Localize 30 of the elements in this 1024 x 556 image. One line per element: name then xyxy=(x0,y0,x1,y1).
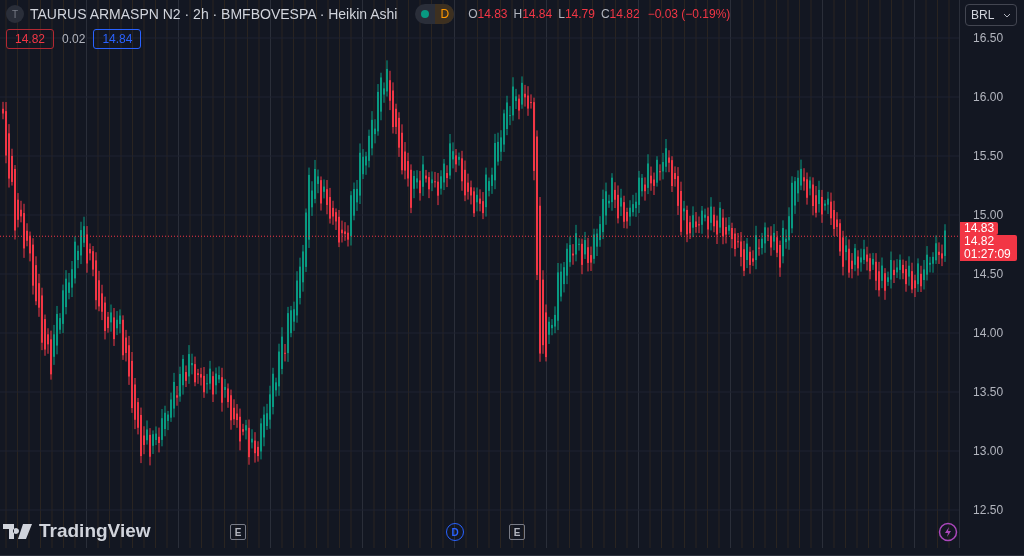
price-tick: 16.00 xyxy=(973,90,1004,104)
ohlc-value: O14.83 xyxy=(468,7,508,21)
spread-value: 0.02 xyxy=(62,32,86,46)
price-tick: 14.00 xyxy=(973,326,1004,340)
price-tick: 13.00 xyxy=(973,444,1004,458)
price-tick: 12.50 xyxy=(973,503,1004,517)
market-status-badge[interactable]: D xyxy=(415,4,455,24)
price-change: −0.03 (−0.19%) xyxy=(647,7,731,21)
price-tick: 14.50 xyxy=(973,267,1004,281)
symbol-logo: T xyxy=(6,5,24,23)
price-tick: 15.00 xyxy=(973,208,1004,222)
price-tick: 13.50 xyxy=(973,385,1004,399)
bid-price[interactable]: 14.82 xyxy=(6,29,55,49)
price-tick: 15.50 xyxy=(973,149,1004,163)
price-tag: 14.83 xyxy=(960,222,999,236)
ohlc-value: C14.82 xyxy=(600,7,640,21)
earnings-marker[interactable]: E xyxy=(509,524,525,540)
caret-icon xyxy=(1003,12,1012,18)
logo-icon xyxy=(3,523,33,539)
last-price-tag: 14.82 01:27:09 xyxy=(960,235,1017,262)
ohlc-value: L14.79 xyxy=(558,7,595,21)
earnings-marker[interactable]: E xyxy=(230,524,246,540)
symbol-title[interactable]: TAURUS ARMASPN N2 · 2h · BMFBOVESPA · Heikin Ashi xyxy=(30,6,398,22)
price-tick: 16.50 xyxy=(973,31,1004,45)
ask-price[interactable]: 14.84 xyxy=(93,29,142,49)
dividend-status-label: D xyxy=(435,4,455,24)
currency-dropdown[interactable]: BRL xyxy=(965,4,1018,26)
lightning-icon[interactable] xyxy=(938,522,958,542)
brand-name[interactable]: TradingView xyxy=(39,520,151,542)
ohlc-value: H14.84 xyxy=(513,7,553,21)
